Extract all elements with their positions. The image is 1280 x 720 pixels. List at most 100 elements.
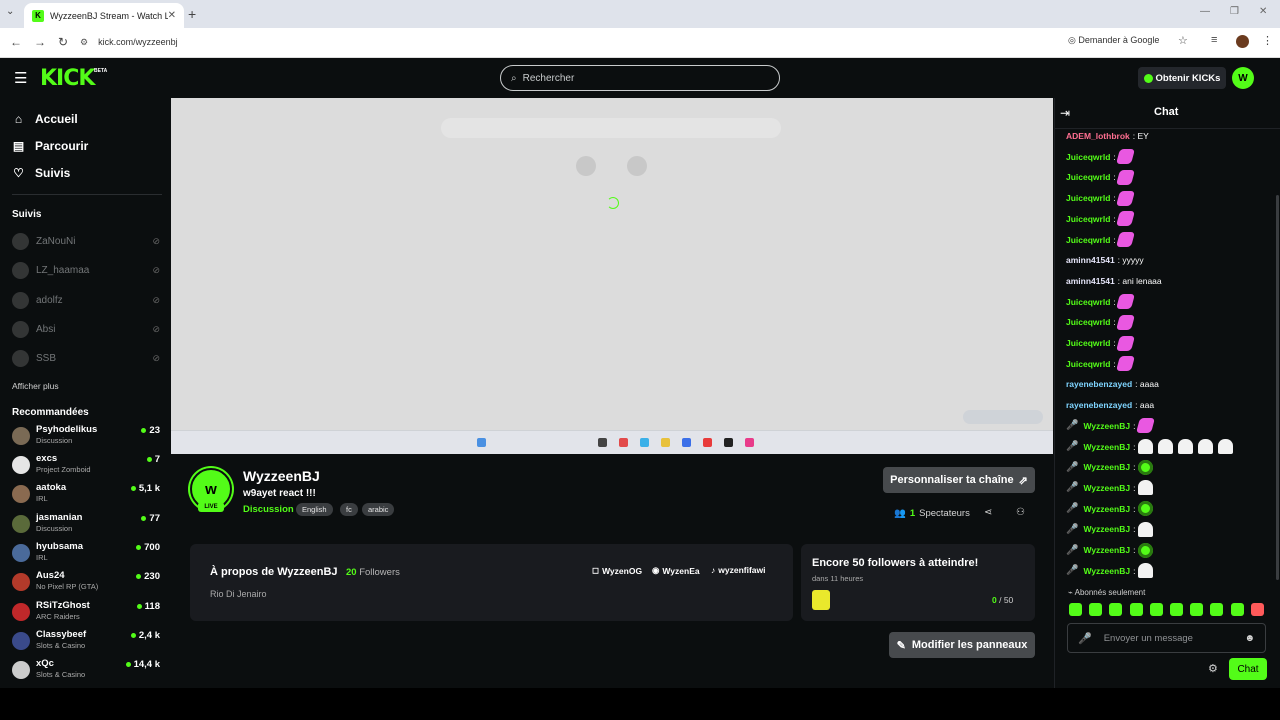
home-icon: ⌂ <box>14 112 23 126</box>
channel-name[interactable]: WyzzeenBJ <box>243 468 320 484</box>
followed-channel[interactable]: adolfz ⊘ <box>12 291 160 309</box>
tab-search-icon[interactable]: ⌄ <box>6 6 14 17</box>
followed-channel[interactable]: Absi ⊘ <box>12 320 160 338</box>
chat-username[interactable]: Juiceqwrld <box>1066 235 1110 245</box>
chat-username[interactable]: Juiceqwrld <box>1066 297 1110 307</box>
browser-tab[interactable]: K WyzzeenBJ Stream - Watch Live ✕ <box>24 3 184 28</box>
collapse-chat-icon[interactable]: ⇥ <box>1060 106 1070 120</box>
chat-message: Juiceqwrld: <box>1066 312 1271 332</box>
chat-emote-pink-icon <box>1116 356 1136 372</box>
chat-username[interactable]: rayenebenzayed <box>1066 379 1132 389</box>
chat-username[interactable]: WyzzeenBJ <box>1083 462 1130 472</box>
edit-panels-button[interactable]: ✎ Modifier les panneaux <box>889 632 1035 658</box>
search-input[interactable]: ⌕ Rechercher <box>500 65 780 91</box>
send-chat-button[interactable]: Chat <box>1229 658 1267 680</box>
chat-message-input[interactable]: 🎤 Envoyer un message ☻ <box>1067 623 1266 653</box>
minimize-icon[interactable]: — <box>1200 6 1210 17</box>
channel-category: IRL <box>36 494 48 503</box>
quick-emote-icon[interactable] <box>1109 603 1123 616</box>
viewer-count: 118 <box>136 601 160 612</box>
back-icon[interactable]: ← <box>10 35 22 49</box>
followed-channel[interactable]: LZ_haamaa ⊘ <box>12 261 160 279</box>
quick-emote-icon[interactable] <box>1230 603 1244 616</box>
chat-username[interactable]: rayenebenzayed <box>1066 400 1132 410</box>
chat-username[interactable]: Juiceqwrld <box>1066 193 1110 203</box>
quick-emote-icon[interactable] <box>1170 603 1183 616</box>
kick-logo[interactable]: KICK <box>40 66 95 91</box>
recommended-channel[interactable]: jasmanian Discussion 77 <box>12 512 160 538</box>
avatar <box>12 456 30 474</box>
show-more-link[interactable]: Afficher plus <box>12 381 59 391</box>
user-avatar[interactable]: W <box>1232 67 1254 89</box>
recommended-channel[interactable]: Classybeef Slots & Casino 2,4 k <box>12 629 160 655</box>
recommended-channel[interactable]: excs Project Zomboid 7 <box>12 453 160 479</box>
chat-username[interactable]: aminn41541 <box>1066 276 1115 286</box>
stream-category-link[interactable]: Discussion <box>243 504 294 515</box>
channel-name: LZ_haamaa <box>36 264 90 276</box>
recommended-channel[interactable]: Psyhodelikus Discussion 23 <box>12 424 160 450</box>
recommended-channel[interactable]: xQc Slots & Casino 14,4 k <box>12 658 160 684</box>
stream-tag[interactable]: arabic <box>362 503 395 516</box>
chat-username[interactable]: Juiceqwrld <box>1066 317 1110 327</box>
quick-emote-icon[interactable] <box>1190 603 1204 616</box>
chat-username[interactable]: WyzzeenBJ <box>1083 442 1130 452</box>
recommended-channel[interactable]: Aus24 No Pixel RP (GTA) 230 <box>12 570 160 596</box>
browser-menu-icon[interactable]: ⋮ <box>1262 34 1273 47</box>
new-tab-icon[interactable]: + <box>188 6 196 22</box>
social-link-discord[interactable]: ◉ WyzenEa <box>652 565 700 576</box>
chat-username[interactable]: WyzzeenBJ <box>1083 545 1130 555</box>
chat-settings-icon[interactable]: ⚙ <box>1208 662 1218 675</box>
chat-username[interactable]: Juiceqwrld <box>1066 214 1110 224</box>
extensions-icon[interactable]: ≡ <box>1211 34 1217 46</box>
chat-scrollbar[interactable] <box>1276 195 1279 580</box>
sidebar-item-browse[interactable]: ▤ Parcourir <box>12 139 89 153</box>
social-link-instagram[interactable]: ◻ WyzenOG <box>592 565 642 576</box>
chat-username[interactable]: Juiceqwrld <box>1066 172 1110 182</box>
forward-icon[interactable]: → <box>34 35 46 49</box>
url-text: kick.com/wyzzeenbj <box>98 37 178 47</box>
social-link-tiktok[interactable]: ♪ wyzenfifawi <box>711 565 765 575</box>
chat-username[interactable]: Juiceqwrld <box>1066 338 1110 348</box>
sidebar-item-home[interactable]: ⌂ Accueil <box>12 112 78 126</box>
quick-emote-icon[interactable] <box>1069 603 1082 616</box>
quick-emote-icon[interactable] <box>1089 603 1103 616</box>
quick-emote-icon[interactable] <box>1149 603 1163 616</box>
stream-tag[interactable]: fc <box>340 503 358 516</box>
site-info-icon[interactable]: ⚙ <box>80 37 88 48</box>
chat-username[interactable]: ADEM_lothbrok <box>1066 131 1130 141</box>
recommended-channel[interactable]: RSiTzGhost ARC Raiders 118 <box>12 600 160 626</box>
url-field[interactable]: ⚙ kick.com/wyzzeenbj <box>80 32 1130 52</box>
chat-username[interactable]: WyzzeenBJ <box>1083 504 1130 514</box>
quick-emote-icon[interactable] <box>1129 603 1143 616</box>
recommended-channel[interactable]: hyubsama IRL 700 <box>12 541 160 567</box>
menu-icon[interactable]: ☰ <box>14 69 27 87</box>
followed-channel[interactable]: SSB ⊘ <box>12 349 160 367</box>
share-icon[interactable]: ⋖ <box>984 507 992 518</box>
chat-username[interactable]: WyzzeenBJ <box>1083 566 1130 576</box>
followed-channel[interactable]: ZaNouNi ⊘ <box>12 232 160 250</box>
maximize-icon[interactable]: ❐ <box>1230 6 1239 17</box>
emoji-icon[interactable]: ☻ <box>1244 633 1255 644</box>
sidebar-item-following[interactable]: ♡ Suivis <box>12 166 70 180</box>
chat-username[interactable]: Juiceqwrld <box>1066 359 1110 369</box>
video-player[interactable] <box>171 98 1053 454</box>
close-tab-icon[interactable]: ✕ <box>168 10 176 21</box>
quick-emote-icon[interactable] <box>1250 603 1264 616</box>
bookmark-star-icon[interactable]: ☆ <box>1178 34 1188 47</box>
chat-username[interactable]: WyzzeenBJ <box>1083 524 1130 534</box>
stream-tag[interactable]: English <box>296 503 333 516</box>
chat-username[interactable]: aminn41541 <box>1066 255 1115 265</box>
chat-username[interactable]: Juiceqwrld <box>1066 152 1110 162</box>
chat-username[interactable]: WyzzeenBJ <box>1083 421 1130 431</box>
chat-message: rayenebenzayed: aaaa <box>1066 374 1271 394</box>
recommended-channel[interactable]: aatoka IRL 5,1 k <box>12 482 160 508</box>
window-close-icon[interactable]: ✕ <box>1259 6 1267 17</box>
customize-channel-button[interactable]: Personnaliser ta chaîne ⇗ <box>883 467 1035 493</box>
chat-username[interactable]: WyzzeenBJ <box>1083 483 1130 493</box>
user-settings-icon[interactable]: ⚇ <box>1016 507 1025 518</box>
quick-emote-icon[interactable] <box>1210 603 1224 616</box>
reload-icon[interactable]: ↻ <box>58 35 68 49</box>
get-kicks-button[interactable]: Obtenir KICKs <box>1138 67 1226 89</box>
ask-google-button[interactable]: ◎ Demander à Google <box>1068 35 1159 46</box>
profile-avatar[interactable] <box>1236 35 1249 48</box>
